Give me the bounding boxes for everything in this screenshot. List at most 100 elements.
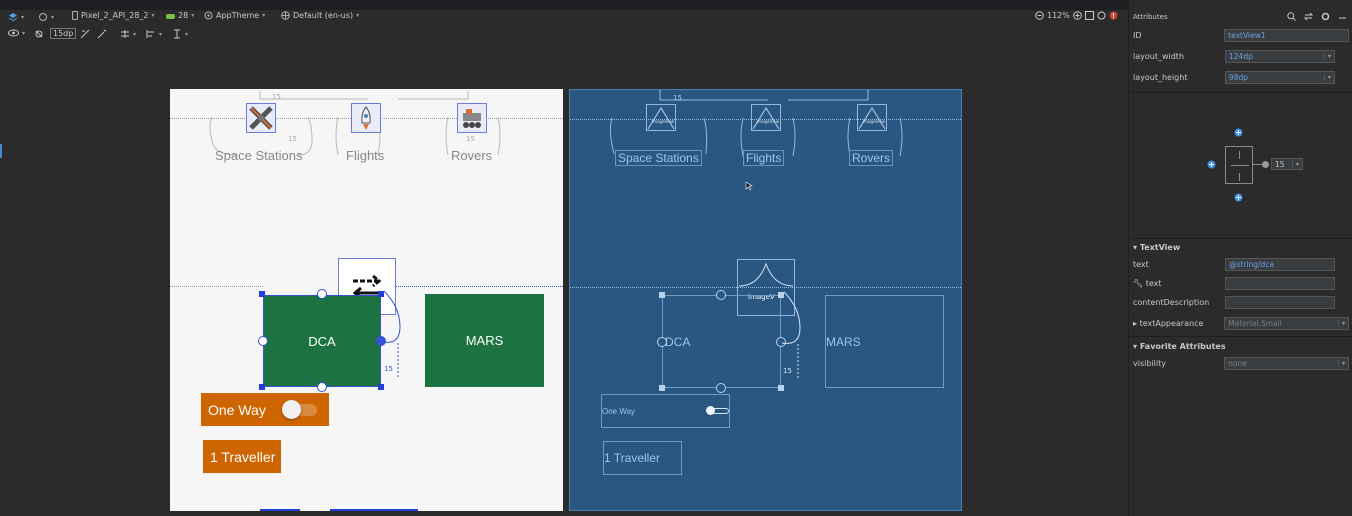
- refresh-icon[interactable]: [1097, 11, 1106, 20]
- bp-nav-label-space-stations[interactable]: Space Stations: [615, 150, 702, 166]
- text-appearance-label[interactable]: ▸ textAppearance: [1133, 319, 1224, 328]
- zoom-out-icon[interactable]: [1035, 11, 1044, 20]
- infer-constraints-button[interactable]: [97, 29, 107, 39]
- content-description-row: contentDescription: [1133, 295, 1349, 309]
- mars-textview[interactable]: MARS: [425, 294, 544, 387]
- gear-icon[interactable]: [1321, 12, 1330, 21]
- resize-handle-bottom-left[interactable]: [259, 384, 265, 390]
- bp-mars-textview[interactable]: MARS: [825, 295, 944, 388]
- chevron-down-icon[interactable]: ▾: [1292, 160, 1302, 168]
- minimize-icon[interactable]: [1338, 12, 1347, 21]
- bp-anchor-top[interactable]: [716, 290, 726, 300]
- partial-view-bottom-left: [260, 509, 300, 511]
- bp-resize-handle-bottom-right[interactable]: [778, 385, 784, 391]
- add-constraint-left-icon[interactable]: [1207, 160, 1216, 169]
- bp-anchor-left[interactable]: [657, 337, 667, 347]
- mouse-cursor-icon: [745, 181, 753, 191]
- bp-anchor-bottom[interactable]: [716, 383, 726, 393]
- guidelines-menu[interactable]: ▾: [172, 29, 188, 39]
- chevron-down-icon[interactable]: ▾: [1338, 359, 1348, 367]
- nav-label-flights[interactable]: Flights: [346, 148, 384, 163]
- tools-text-label-text: text: [1145, 278, 1162, 288]
- guideline-icon: [174, 29, 180, 39]
- tools-text-field[interactable]: [1225, 276, 1335, 290]
- bp-mars-label: MARS: [826, 334, 861, 349]
- blueprint-view[interactable]: 15 ImageView ImageView ImageView Space S…: [569, 89, 962, 511]
- theme-selector[interactable]: AppTheme ▾: [204, 11, 265, 20]
- content-description-field[interactable]: [1225, 295, 1335, 309]
- search-icon[interactable]: [1287, 12, 1296, 21]
- bp-flights-image[interactable]: ImageView: [751, 104, 781, 131]
- flights-image[interactable]: [351, 103, 381, 133]
- nav-label-rovers[interactable]: Rovers: [451, 148, 492, 163]
- orientation-selector[interactable]: ▾: [38, 12, 54, 22]
- attributes-header: Attributes: [1129, 10, 1352, 24]
- zoom-in-icon[interactable]: [1073, 11, 1082, 20]
- traveller-label: 1 Traveller: [210, 448, 276, 465]
- bp-resize-handle-top-left[interactable]: [659, 292, 665, 298]
- add-constraint-top-icon[interactable]: [1234, 128, 1243, 137]
- visibility-field[interactable]: none ▾: [1224, 356, 1349, 370]
- favorite-section-label: Favorite Attributes: [1139, 342, 1226, 351]
- space-station-image[interactable]: [246, 103, 276, 133]
- autoconnect-toggle[interactable]: [34, 29, 44, 39]
- design-surface-selector[interactable]: ▾: [8, 12, 24, 22]
- default-margin-selector[interactable]: 15dp: [50, 28, 77, 39]
- warning-error-icon[interactable]: [1109, 11, 1118, 20]
- view-options-button[interactable]: ▾: [8, 29, 25, 37]
- chevron-down-icon[interactable]: ▾: [1324, 73, 1334, 81]
- divider: [1129, 238, 1352, 239]
- bp-dca-margin-label: 15: [783, 367, 792, 375]
- text-appearance-field[interactable]: Material.Small ▾: [1224, 316, 1349, 330]
- bp-nav-label-rovers[interactable]: Rovers: [849, 150, 894, 166]
- swap-view-icon[interactable]: [1304, 12, 1313, 21]
- resize-handle-bottom-right[interactable]: [378, 384, 384, 390]
- dca-textview[interactable]: DCA: [263, 295, 381, 387]
- anchor-bottom[interactable]: [317, 382, 327, 392]
- favorite-section-title[interactable]: ▾ Favorite Attributes: [1133, 342, 1226, 351]
- bp-traveller-button[interactable]: 1 Traveller: [603, 441, 682, 475]
- default-margin-value: 15dp: [53, 29, 74, 38]
- dca-left-chain: [170, 286, 263, 287]
- rovers-image[interactable]: [457, 103, 487, 133]
- clear-constraints-button[interactable]: [80, 29, 90, 39]
- id-field[interactable]: textView1: [1224, 28, 1349, 42]
- locale-selector[interactable]: Default (en-us) ▾: [281, 11, 359, 20]
- bp-rovers-image[interactable]: ImageView: [857, 104, 887, 131]
- margin-dropdown[interactable]: 15 ▾: [1271, 158, 1303, 170]
- bp-one-way-label: One Way: [602, 406, 636, 416]
- globe-icon: [281, 11, 290, 20]
- zoom-level: 112%: [1047, 11, 1070, 20]
- traveller-button[interactable]: 1 Traveller: [203, 440, 281, 473]
- resize-handle-top-left[interactable]: [259, 291, 265, 297]
- bp-switch-thumb[interactable]: [706, 406, 715, 415]
- chevron-down-icon[interactable]: ▾: [1324, 52, 1334, 60]
- api-level-selector[interactable]: 28 ▾: [166, 11, 194, 20]
- bp-image-placeholder-icon: [752, 107, 780, 130]
- text-field[interactable]: @string/dca: [1225, 257, 1335, 271]
- pack-menu[interactable]: ▾: [120, 29, 136, 39]
- right-constraint-anchor[interactable]: [1262, 161, 1269, 168]
- bp-resize-handle-bottom-left[interactable]: [659, 385, 665, 391]
- add-constraint-bottom-icon[interactable]: [1234, 193, 1243, 202]
- zoom-to-fit-icon[interactable]: [1084, 11, 1094, 20]
- align-menu[interactable]: ▾: [146, 29, 162, 39]
- switch-thumb[interactable]: [282, 400, 301, 419]
- bp-nav-margin-top: 15: [673, 94, 682, 102]
- bp-space-station-image[interactable]: ImageView: [646, 104, 676, 131]
- zoom-controls: 112%: [1035, 11, 1118, 20]
- design-preview[interactable]: 15 15 15 Space Stations Flights Rovers D…: [170, 89, 563, 511]
- bp-dca-textview[interactable]: DCA: [662, 295, 781, 388]
- layout-height-field[interactable]: 98dp ▾: [1225, 70, 1335, 84]
- bp-one-way-switch[interactable]: One Way: [601, 394, 730, 428]
- chevron-down-icon[interactable]: ▾: [1338, 319, 1348, 327]
- device-selector[interactable]: Pixel_2_API_28_2 ▾: [72, 11, 155, 20]
- nav-label-space-stations[interactable]: Space Stations: [215, 148, 302, 163]
- bp-nav-label-flights[interactable]: Flights: [743, 150, 785, 166]
- anchor-left[interactable]: [258, 336, 268, 346]
- layout-height-label: layout_height: [1133, 72, 1188, 82]
- anchor-top[interactable]: [317, 289, 327, 299]
- layout-width-field[interactable]: 124dp ▾: [1225, 49, 1335, 63]
- one-way-switch[interactable]: One Way: [201, 393, 329, 426]
- textview-section-title[interactable]: ▾ TextView: [1133, 243, 1180, 252]
